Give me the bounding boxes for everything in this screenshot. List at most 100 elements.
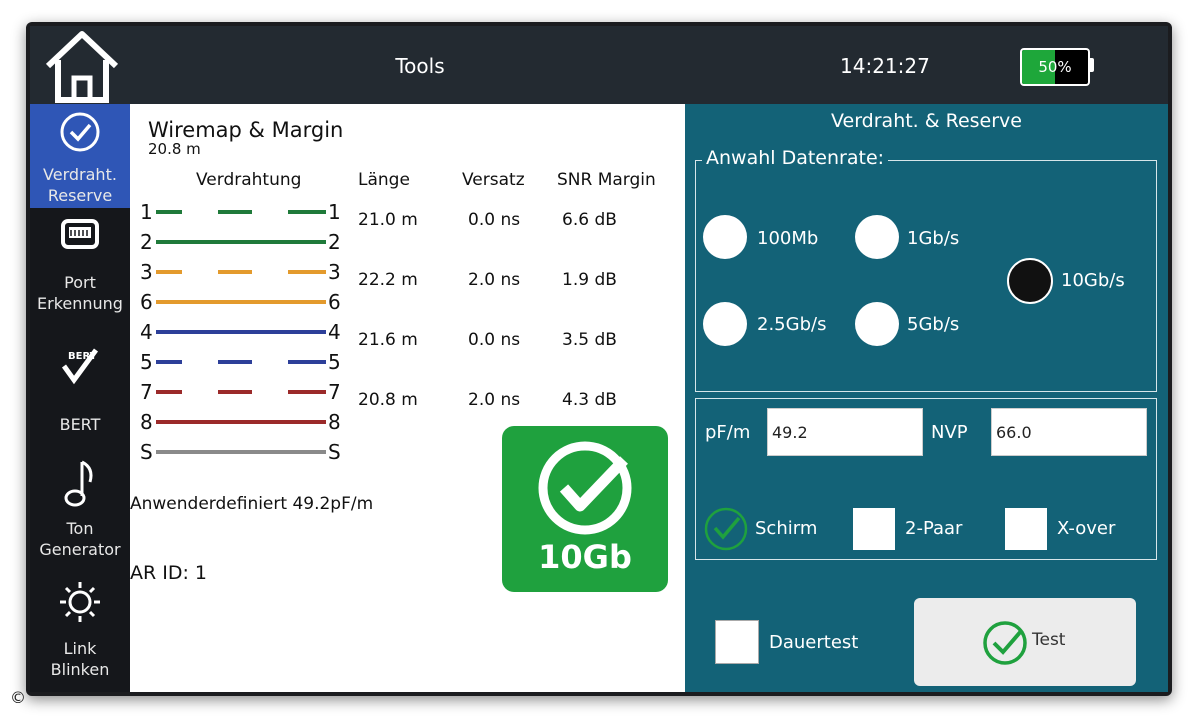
wire-row: 55 bbox=[140, 351, 350, 373]
ethernet-port-icon bbox=[61, 219, 99, 249]
wire-line bbox=[156, 330, 326, 334]
test-button-label: Test bbox=[1032, 630, 1066, 650]
radio-100mb[interactable] bbox=[703, 215, 747, 259]
column-header-snr: SNR Margin bbox=[557, 170, 656, 190]
shield-checkbox[interactable] bbox=[703, 506, 749, 552]
radio-2-5gb[interactable] bbox=[703, 302, 747, 346]
wire-row: 88 bbox=[140, 411, 350, 433]
wire-stripe bbox=[182, 270, 218, 274]
column-header-skew: Versatz bbox=[462, 170, 525, 190]
wire-line bbox=[156, 390, 326, 394]
wire-pin-left: 8 bbox=[140, 410, 153, 434]
sidebar-item-port[interactable]: Port Erkennung bbox=[30, 218, 130, 322]
check-circle-icon bbox=[60, 112, 100, 152]
sidebar-label: Erkennung bbox=[37, 294, 123, 313]
sidebar-label: Ton bbox=[66, 519, 94, 538]
wire-pin-right: S bbox=[328, 440, 341, 464]
wire-pin-left: 4 bbox=[140, 320, 153, 344]
music-note-icon bbox=[64, 460, 93, 507]
page-title: Wiremap & Margin bbox=[148, 118, 344, 142]
shield-label: Schirm bbox=[755, 518, 818, 539]
wire-line bbox=[156, 270, 326, 274]
pair-length: 22.2 m bbox=[358, 270, 418, 290]
wire-stripe bbox=[252, 360, 288, 364]
battery-label: 50% bbox=[1038, 58, 1072, 76]
twopair-label: 2-Paar bbox=[905, 518, 963, 539]
xover-checkbox[interactable] bbox=[1005, 508, 1047, 550]
battery-indicator: 50% bbox=[1020, 48, 1090, 86]
check-circle-icon bbox=[983, 621, 1027, 665]
pass-badge: 10Gb bbox=[502, 426, 668, 592]
twopair-checkbox[interactable] bbox=[853, 508, 895, 550]
wire-line bbox=[156, 240, 326, 244]
wire-row: 66 bbox=[140, 291, 350, 313]
wire-pin-left: 2 bbox=[140, 230, 153, 254]
sidebar-item-tone[interactable]: Ton Generator bbox=[30, 458, 130, 562]
wire-pin-right: 2 bbox=[328, 230, 341, 254]
wire-pin-right: 3 bbox=[328, 260, 341, 284]
sidebar-label: Reserve bbox=[47, 186, 113, 205]
pair-skew: 2.0 ns bbox=[468, 270, 521, 290]
test-button[interactable]: Test bbox=[914, 598, 1136, 686]
wire-line bbox=[156, 300, 326, 304]
home-icon bbox=[45, 31, 119, 103]
copyright-mark: © bbox=[10, 688, 26, 707]
radio-5gb[interactable] bbox=[855, 302, 899, 346]
wire-stripe bbox=[252, 210, 288, 214]
sidebar-label: Generator bbox=[39, 540, 121, 559]
radio-label-5gb: 5Gb/s bbox=[907, 314, 960, 335]
pair-snr: 1.9 dB bbox=[562, 270, 617, 290]
wire-pin-right: 6 bbox=[328, 290, 341, 314]
wire-pin-right: 5 bbox=[328, 350, 341, 374]
sidebar-item-wiremap[interactable]: Verdraht. Reserve bbox=[30, 104, 130, 208]
settings-panel: Verdraht. & Reserve Anwahl Datenrate: 10… bbox=[685, 104, 1168, 692]
home-button[interactable] bbox=[40, 28, 124, 104]
pair-snr: 3.5 dB bbox=[562, 330, 617, 350]
user-defined-note: Anwenderdefiniert 49.2pF/m bbox=[130, 494, 374, 514]
sidebar-label: Link bbox=[63, 639, 97, 658]
wire-stripe bbox=[182, 390, 218, 394]
sidebar: Verdraht. Reserve Port Erkennung BERT BE… bbox=[30, 104, 130, 692]
wire-pin-right: 4 bbox=[328, 320, 341, 344]
wire-line bbox=[156, 210, 326, 214]
pair-length: 21.0 m bbox=[358, 210, 418, 230]
wire-row: 22 bbox=[140, 231, 350, 253]
pass-check-icon bbox=[538, 441, 632, 535]
wire-pin-right: 1 bbox=[328, 200, 341, 224]
wire-pin-left: 7 bbox=[140, 380, 153, 404]
wire-stripe bbox=[182, 210, 218, 214]
radio-label-1gb: 1Gb/s bbox=[907, 228, 960, 249]
wire-pin-left: S bbox=[140, 440, 153, 464]
wire-pin-right: 7 bbox=[328, 380, 341, 404]
continuous-checkbox[interactable] bbox=[715, 620, 759, 664]
radio-1gb[interactable] bbox=[855, 215, 899, 259]
sidebar-item-bert[interactable]: BERT BERT bbox=[30, 344, 130, 444]
wire-pin-left: 1 bbox=[140, 200, 153, 224]
top-bar bbox=[30, 26, 1168, 104]
battery-cap bbox=[1088, 58, 1094, 72]
pf-input[interactable]: 49.2 bbox=[767, 408, 923, 456]
sidebar-label: Blinken bbox=[50, 660, 110, 679]
pair-skew: 0.0 ns bbox=[468, 330, 521, 350]
wire-stripe bbox=[252, 270, 288, 274]
pair-length: 20.8 m bbox=[358, 390, 418, 410]
pair-skew: 2.0 ns bbox=[468, 390, 521, 410]
wire-row: SS bbox=[140, 441, 350, 463]
wire-pin-left: 6 bbox=[140, 290, 153, 314]
rate-legend: Anwahl Datenrate: bbox=[702, 147, 889, 169]
bert-icon: BERT bbox=[61, 348, 99, 385]
column-header-length: Länge bbox=[358, 170, 410, 190]
sun-icon bbox=[60, 582, 100, 622]
page-subtitle: 20.8 m bbox=[148, 140, 201, 158]
sidebar-label: BERT bbox=[59, 415, 101, 434]
radio-label-10gb: 10Gb/s bbox=[1061, 270, 1125, 291]
wire-row: 33 bbox=[140, 261, 350, 283]
wire-line bbox=[156, 360, 326, 364]
column-header-wiremap: Verdrahtung bbox=[196, 170, 302, 190]
sidebar-item-link[interactable]: Link Blinken bbox=[30, 580, 130, 688]
sidebar-label: Verdraht. bbox=[43, 165, 117, 184]
radio-10gb[interactable] bbox=[1007, 258, 1053, 304]
wire-line bbox=[156, 450, 326, 454]
pair-snr: 6.6 dB bbox=[562, 210, 617, 230]
nvp-input[interactable]: 66.0 bbox=[991, 408, 1147, 456]
